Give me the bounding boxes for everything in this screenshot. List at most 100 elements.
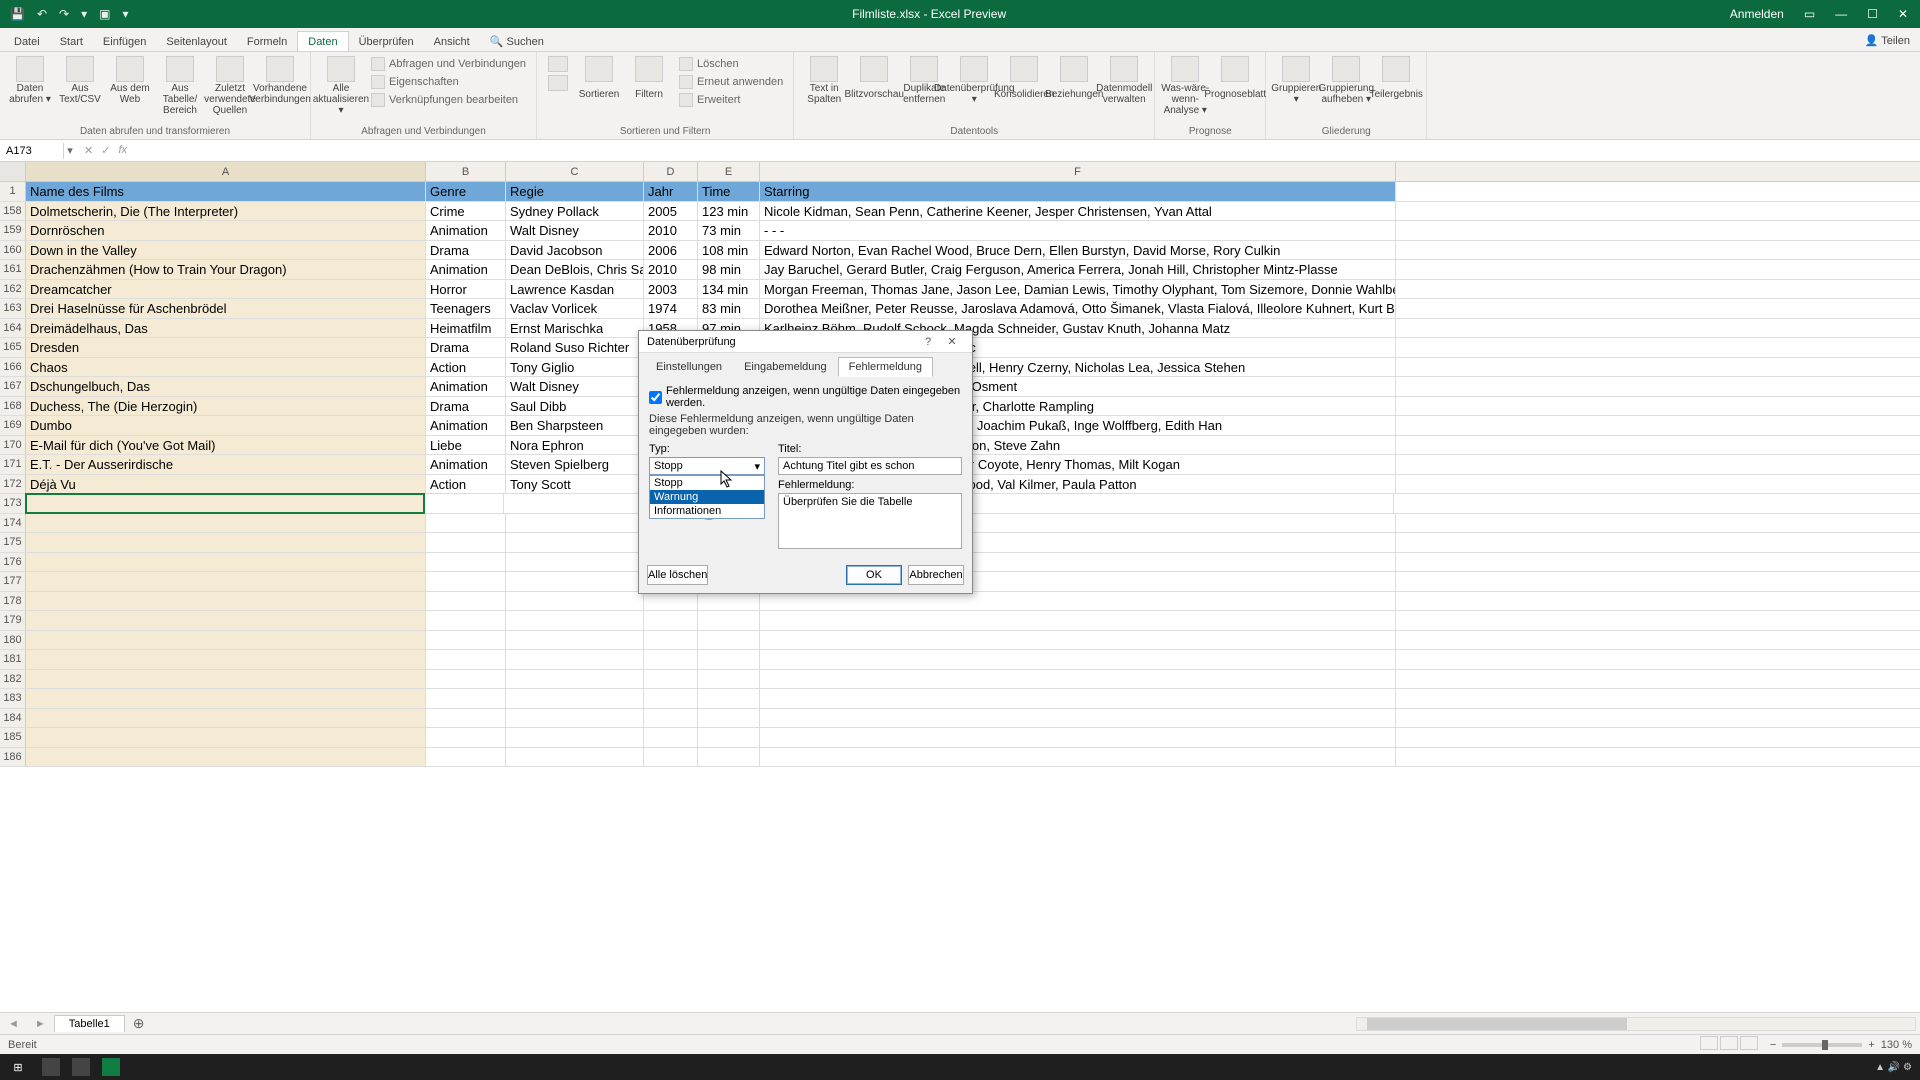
row-header[interactable]: 159 [0,221,26,240]
cell[interactable]: Animation [426,455,506,474]
row-header[interactable]: 174 [0,514,26,533]
select-all-corner[interactable] [0,162,26,181]
cell[interactable]: Drama [426,338,506,357]
cell[interactable] [698,611,760,630]
cell[interactable]: Drama [426,241,506,260]
cell[interactable]: 2010 [644,260,698,279]
cell[interactable]: Teenagers [426,299,506,318]
group-button[interactable]: Gruppieren ▾ [1272,54,1320,105]
col-header-A[interactable]: A [26,162,426,181]
data-model-button[interactable]: Datenmodell verwalten [1100,54,1148,105]
qat-more2-icon[interactable]: ▾ [122,7,128,21]
sheet-tab[interactable]: Tabelle1 [54,1015,125,1032]
type-option-warnung[interactable]: Warnung [650,490,764,504]
cell[interactable]: Dumbo [26,416,426,435]
cell[interactable]: Ben Sharpsteen [506,416,644,435]
cell[interactable]: Morgan Freeman, Thomas Jane, Jason Lee, … [760,280,1396,299]
dialog-close-icon[interactable]: ✕ [940,335,964,348]
cell[interactable] [426,670,506,689]
cell[interactable] [506,553,644,572]
cell[interactable]: Animation [426,377,506,396]
cell[interactable]: Chaos [26,358,426,377]
cell[interactable]: Tony Giglio [506,358,644,377]
cell[interactable]: Vaclav Vorlicek [506,299,644,318]
cancel-formula-icon[interactable]: ✕ [84,144,93,157]
cell[interactable] [698,728,760,747]
cell[interactable]: Lawrence Kasdan [506,280,644,299]
tab-file[interactable]: Datei [4,32,50,51]
cell[interactable]: Action [426,475,506,494]
cell[interactable] [698,592,760,611]
cell[interactable] [26,611,426,630]
ok-button[interactable]: OK [846,565,902,585]
redo-icon[interactable]: ↷ [59,7,69,21]
dialog-tab-errormsg[interactable]: Fehlermeldung [838,357,933,377]
cell[interactable] [426,650,506,669]
cell[interactable]: Dorothea Meißner, Peter Reusse, Jaroslav… [760,299,1396,318]
col-header-D[interactable]: D [644,162,698,181]
forecast-sheet-button[interactable]: Prognoseblatt [1211,54,1259,105]
cell[interactable]: Saul Dibb [506,397,644,416]
cell[interactable] [26,533,426,552]
clear-all-button[interactable]: Alle löschen [647,565,708,585]
row-header[interactable]: 186 [0,748,26,767]
cell[interactable] [25,493,425,514]
consolidate-button[interactable]: Konsolidieren [1000,54,1048,105]
cell[interactable]: Time [698,182,760,201]
from-text-button[interactable]: Aus Text/CSV [56,54,104,105]
cell[interactable] [760,611,1396,630]
type-option-info[interactable]: Informationen [650,504,764,518]
row-header[interactable]: 175 [0,533,26,552]
cell[interactable] [698,670,760,689]
ribbon-options-icon[interactable]: ▭ [1804,7,1815,21]
cell[interactable] [644,748,698,767]
cell[interactable]: Jay Baruchel, Gerard Butler, Craig Fergu… [760,260,1396,279]
cell[interactable] [760,728,1396,747]
cell[interactable]: Edward Norton, Evan Rachel Wood, Bruce D… [760,241,1396,260]
cell[interactable]: 2006 [644,241,698,260]
row-header[interactable]: 172 [0,475,26,494]
cell[interactable] [506,631,644,650]
taskbar-excel[interactable] [96,1054,126,1080]
cell[interactable] [760,689,1396,708]
cell[interactable] [644,592,698,611]
cell[interactable] [504,494,642,513]
row-header[interactable]: 170 [0,436,26,455]
cell[interactable] [506,728,644,747]
zoom-out-icon[interactable]: − [1770,1039,1776,1051]
undo-icon[interactable]: ↶ [37,7,47,21]
cell[interactable]: Drama [426,397,506,416]
cell[interactable]: Animation [426,416,506,435]
cell[interactable]: Drachenzähmen (How to Train Your Dragon) [26,260,426,279]
cell[interactable] [506,592,644,611]
row-header[interactable]: 180 [0,631,26,650]
cell[interactable]: Liebe [426,436,506,455]
cell[interactable] [26,650,426,669]
advanced-filter-button[interactable]: Erweitert [675,92,787,108]
cell[interactable] [760,670,1396,689]
cell[interactable]: 123 min [698,202,760,221]
from-web-button[interactable]: Aus dem Web [106,54,154,105]
col-header-C[interactable]: C [506,162,644,181]
share-button[interactable]: 👤 Teilen [1855,30,1920,51]
maximize-icon[interactable]: ☐ [1867,7,1878,21]
cell[interactable] [698,748,760,767]
relationships-button[interactable]: Beziehungen [1050,54,1098,105]
cell[interactable] [426,709,506,728]
row-header[interactable]: 1 [0,182,26,201]
tab-data[interactable]: Daten [297,31,348,51]
cell[interactable] [698,689,760,708]
dialog-help-icon[interactable]: ? [916,336,940,348]
cell[interactable]: Animation [426,221,506,240]
view-buttons[interactable] [1698,1036,1758,1053]
cell[interactable] [424,494,504,513]
row-header[interactable]: 163 [0,299,26,318]
cell[interactable] [698,631,760,650]
cell[interactable]: Duchess, The (Die Herzogin) [26,397,426,416]
horizontal-scrollbar[interactable] [1356,1017,1916,1031]
reapply-button[interactable]: Erneut anwenden [675,74,787,90]
cell[interactable]: E-Mail für dich (You've Got Mail) [26,436,426,455]
row-header[interactable]: 162 [0,280,26,299]
cell[interactable] [26,709,426,728]
system-tray[interactable]: ▲ 🔊 ⚙ [1875,1062,1920,1073]
